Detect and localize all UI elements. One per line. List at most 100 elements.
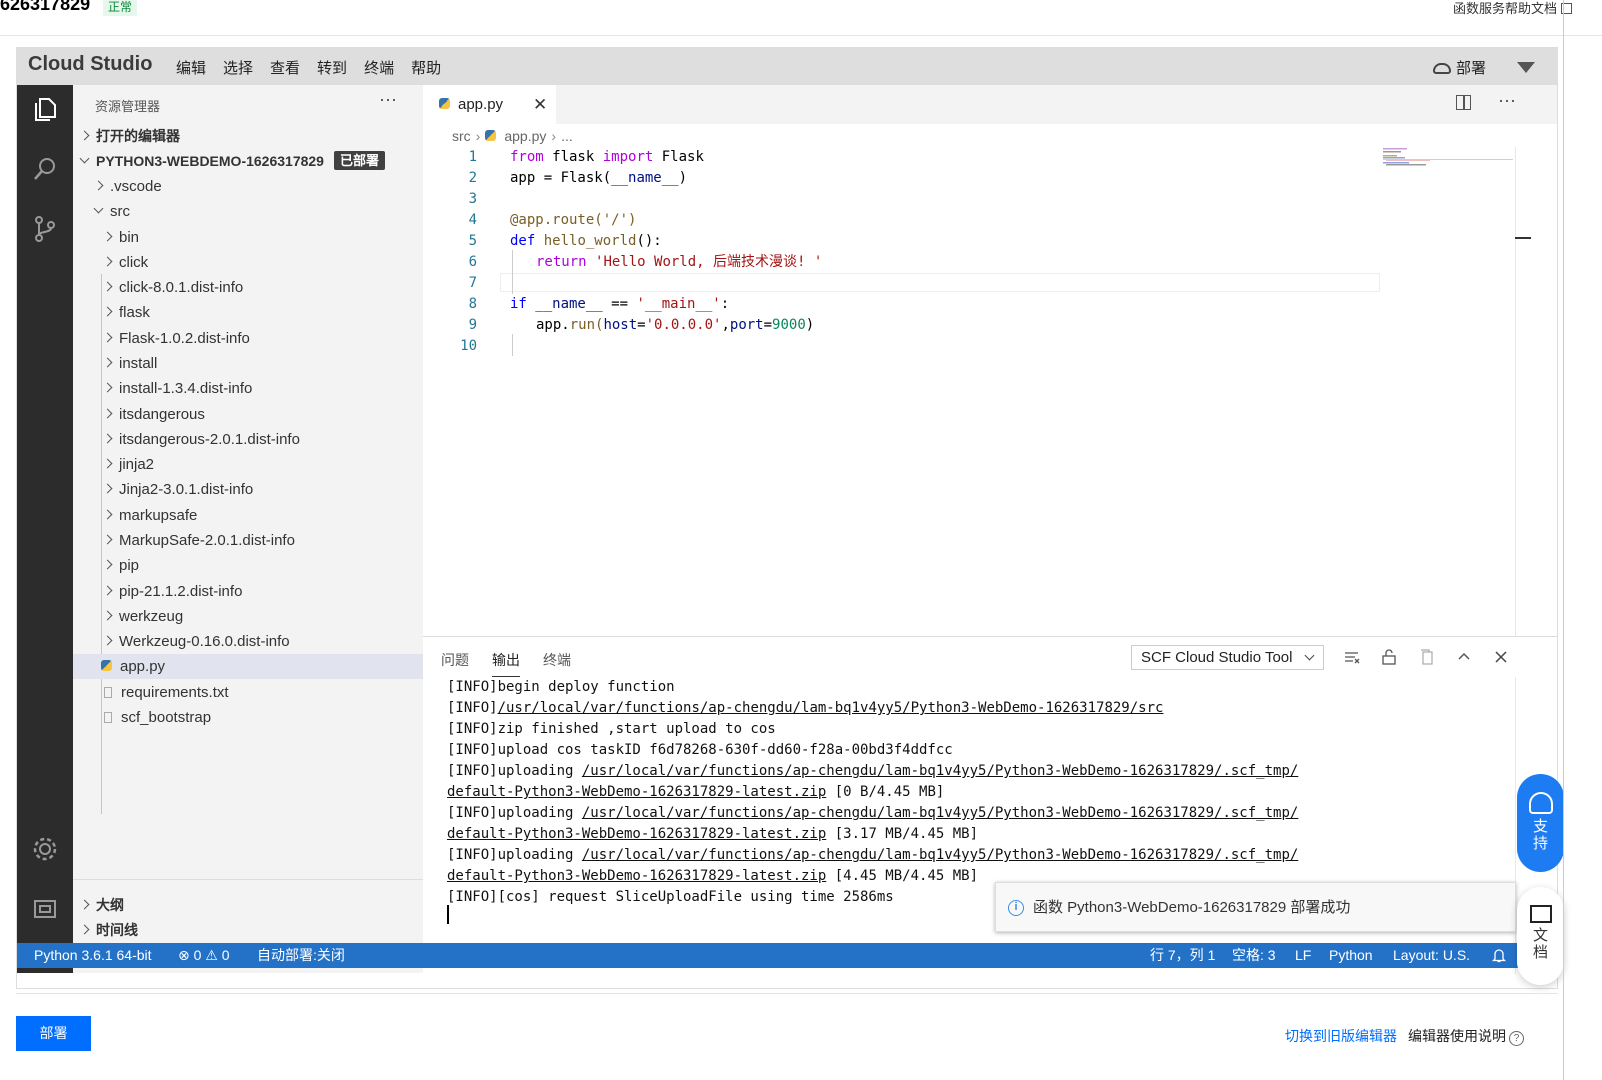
cursor-position[interactable]: 行 7，列 1 — [1150, 943, 1215, 968]
menu-select[interactable]: 选择 — [223, 57, 253, 78]
chevron-right-icon — [102, 509, 113, 520]
indent-guide — [512, 250, 513, 294]
breadcrumb-item[interactable]: app.py — [504, 128, 546, 144]
section-timeline[interactable]: 时间线 — [73, 918, 423, 943]
menu-view[interactable]: 查看 — [270, 57, 300, 78]
editor-help-link[interactable]: 编辑器使用说明? — [1408, 1026, 1524, 1046]
tree-item-file[interactable]: scf_bootstrap — [73, 705, 423, 730]
python-interpreter[interactable]: Python 3.6.1 64-bit — [34, 943, 152, 968]
tree-item-file[interactable]: requirements.txt — [73, 680, 423, 705]
log-link[interactable]: default-Python3-WebDemo-1626317829-lates… — [447, 826, 826, 842]
chevron-right-icon — [102, 281, 113, 292]
tab-problems[interactable]: 问题 — [441, 650, 469, 677]
copy-icon[interactable] — [1419, 649, 1435, 665]
chevron-right-icon: › — [475, 128, 481, 144]
more-actions-icon[interactable]: ··· — [1498, 90, 1516, 111]
explorer-icon[interactable] — [31, 95, 59, 123]
split-editor-icon[interactable] — [1456, 95, 1471, 110]
switch-old-editor-link[interactable]: 切换到旧版编辑器 — [1285, 1026, 1397, 1046]
tree-item-folder[interactable]: itsdangerous — [73, 402, 423, 427]
help-doc-link[interactable]: 函数服务帮助文档 — [1453, 0, 1572, 17]
lock-icon[interactable] — [1381, 649, 1397, 665]
activity-bar — [17, 85, 73, 973]
log-text: [4.45 MB/4.45 MB] — [826, 868, 979, 884]
tree-item-folder[interactable]: click-8.0.1.dist-info — [73, 275, 423, 300]
tree-item-folder[interactable]: flask — [73, 300, 423, 325]
tree-item-folder[interactable]: install — [73, 351, 423, 376]
tree-item-folder[interactable]: werkzeug — [73, 604, 423, 629]
chevron-up-icon[interactable] — [1456, 649, 1472, 665]
section-open-editors[interactable]: 打开的编辑器 — [73, 124, 423, 149]
tree-item-folder[interactable]: src — [73, 199, 423, 224]
problems-count[interactable]: ⊗ 0 ⚠ 0 — [178, 943, 230, 968]
deploy-success-notification[interactable]: i 函数 Python3-WebDemo-1626317829 部署成功 — [995, 882, 1516, 932]
support-label: 持 — [1532, 835, 1548, 852]
log-line: [INFO]upload cos taskID f6d78268-630f-dd… — [447, 740, 953, 761]
log-link[interactable]: default-Python3-WebDemo-1626317829-lates… — [447, 784, 826, 800]
log-line: [INFO]/usr/local/var/functions/ap-chengd… — [447, 698, 1163, 719]
bell-icon[interactable] — [1492, 948, 1506, 963]
dropdown-triangle-icon[interactable] — [1517, 62, 1535, 73]
menu-edit[interactable]: 编辑 — [176, 57, 206, 78]
clear-output-icon[interactable] — [1344, 649, 1360, 665]
deploy-button[interactable]: 部署 — [16, 1016, 91, 1051]
gear-icon[interactable] — [31, 835, 59, 863]
menu-help[interactable]: 帮助 — [411, 57, 441, 78]
log-link[interactable]: /usr/local/var/functions/ap-chengdu/lam-… — [582, 847, 1298, 863]
tab-output[interactable]: 输出 — [492, 650, 520, 677]
tree-item-folder[interactable]: Werkzeug-0.16.0.dist-info — [73, 629, 423, 654]
tree-item-file-selected[interactable]: app.py — [73, 654, 423, 679]
section-outline[interactable]: 大纲 — [73, 893, 423, 918]
text-file-icon — [104, 687, 112, 698]
language-mode[interactable]: Python — [1329, 943, 1373, 968]
tree-item-label: install-1.3.4.dist-info — [119, 380, 253, 397]
log-text: [INFO]begin deploy function — [447, 679, 675, 695]
log-link[interactable]: default-Python3-WebDemo-1626317829-lates… — [447, 868, 826, 884]
tree-item-folder[interactable]: jinja2 — [73, 452, 423, 477]
close-icon[interactable]: ✕ — [533, 85, 547, 124]
tree-item-folder[interactable]: itsdangerous-2.0.1.dist-info — [73, 427, 423, 452]
tree-item-folder[interactable]: MarkupSafe-2.0.1.dist-info — [73, 528, 423, 553]
menu-terminal[interactable]: 终端 — [364, 57, 394, 78]
tree-item-folder[interactable]: click — [73, 250, 423, 275]
breadcrumb-item[interactable]: ... — [561, 128, 573, 144]
log-link[interactable]: /usr/local/var/functions/ap-chengdu/lam-… — [582, 763, 1298, 779]
token: '__main__' — [636, 296, 721, 312]
tree-item-folder[interactable]: pip — [73, 553, 423, 578]
project-name: PYTHON3-WEBDEMO-1626317829 — [96, 153, 324, 169]
token: app = — [510, 170, 561, 186]
tree-item-folder[interactable]: Jinja2-3.0.1.dist-info — [73, 477, 423, 502]
deploy-menu-button[interactable]: 部署 — [1433, 57, 1486, 78]
source-control-icon[interactable] — [31, 215, 59, 243]
close-icon[interactable] — [1493, 649, 1509, 665]
tree-item-folder[interactable]: .vscode — [73, 174, 423, 199]
indentation[interactable]: 空格: 3 — [1232, 943, 1276, 968]
log-link[interactable]: /usr/local/var/functions/ap-chengdu/lam-… — [582, 805, 1298, 821]
page-scrollbar[interactable] — [1563, 0, 1564, 1080]
token: = — [637, 317, 646, 333]
breadcrumb-item[interactable]: src — [452, 128, 471, 144]
remote-icon[interactable] — [31, 895, 59, 923]
menu-goto[interactable]: 转到 — [317, 57, 347, 78]
search-icon[interactable] — [31, 155, 59, 183]
log-line: [INFO][cos] request SliceUploadFile usin… — [447, 887, 894, 908]
output-channel-select[interactable]: SCF Cloud Studio Tool — [1131, 645, 1324, 670]
tab-app-py[interactable]: app.py ✕ — [423, 85, 556, 124]
auto-deploy-status[interactable]: 自动部署:关闭 — [257, 943, 345, 968]
docs-button[interactable]: 文档 — [1517, 887, 1564, 985]
support-button[interactable]: 支持 — [1517, 774, 1564, 872]
keyboard-layout[interactable]: Layout: U.S. — [1393, 943, 1470, 968]
project-root[interactable]: PYTHON3-WEBDEMO-1626317829 已部署 — [73, 149, 423, 174]
editor-scrollbar[interactable] — [1515, 147, 1516, 636]
tree-item-folder[interactable]: Flask-1.0.2.dist-info — [73, 326, 423, 351]
tree-item-folder[interactable]: bin — [73, 225, 423, 250]
log-link[interactable]: /usr/local/var/functions/ap-chengdu/lam-… — [498, 700, 1164, 716]
tree-item-label: scf_bootstrap — [121, 709, 212, 726]
tab-terminal[interactable]: 终端 — [543, 650, 571, 677]
more-actions-icon[interactable]: ··· — [379, 89, 397, 110]
tree-item-folder[interactable]: install-1.3.4.dist-info — [73, 376, 423, 401]
tree-item-folder[interactable]: markupsafe — [73, 503, 423, 528]
minimap[interactable] — [1383, 147, 1513, 167]
tree-item-folder[interactable]: pip-21.1.2.dist-info — [73, 579, 423, 604]
line-ending[interactable]: LF — [1295, 943, 1311, 968]
